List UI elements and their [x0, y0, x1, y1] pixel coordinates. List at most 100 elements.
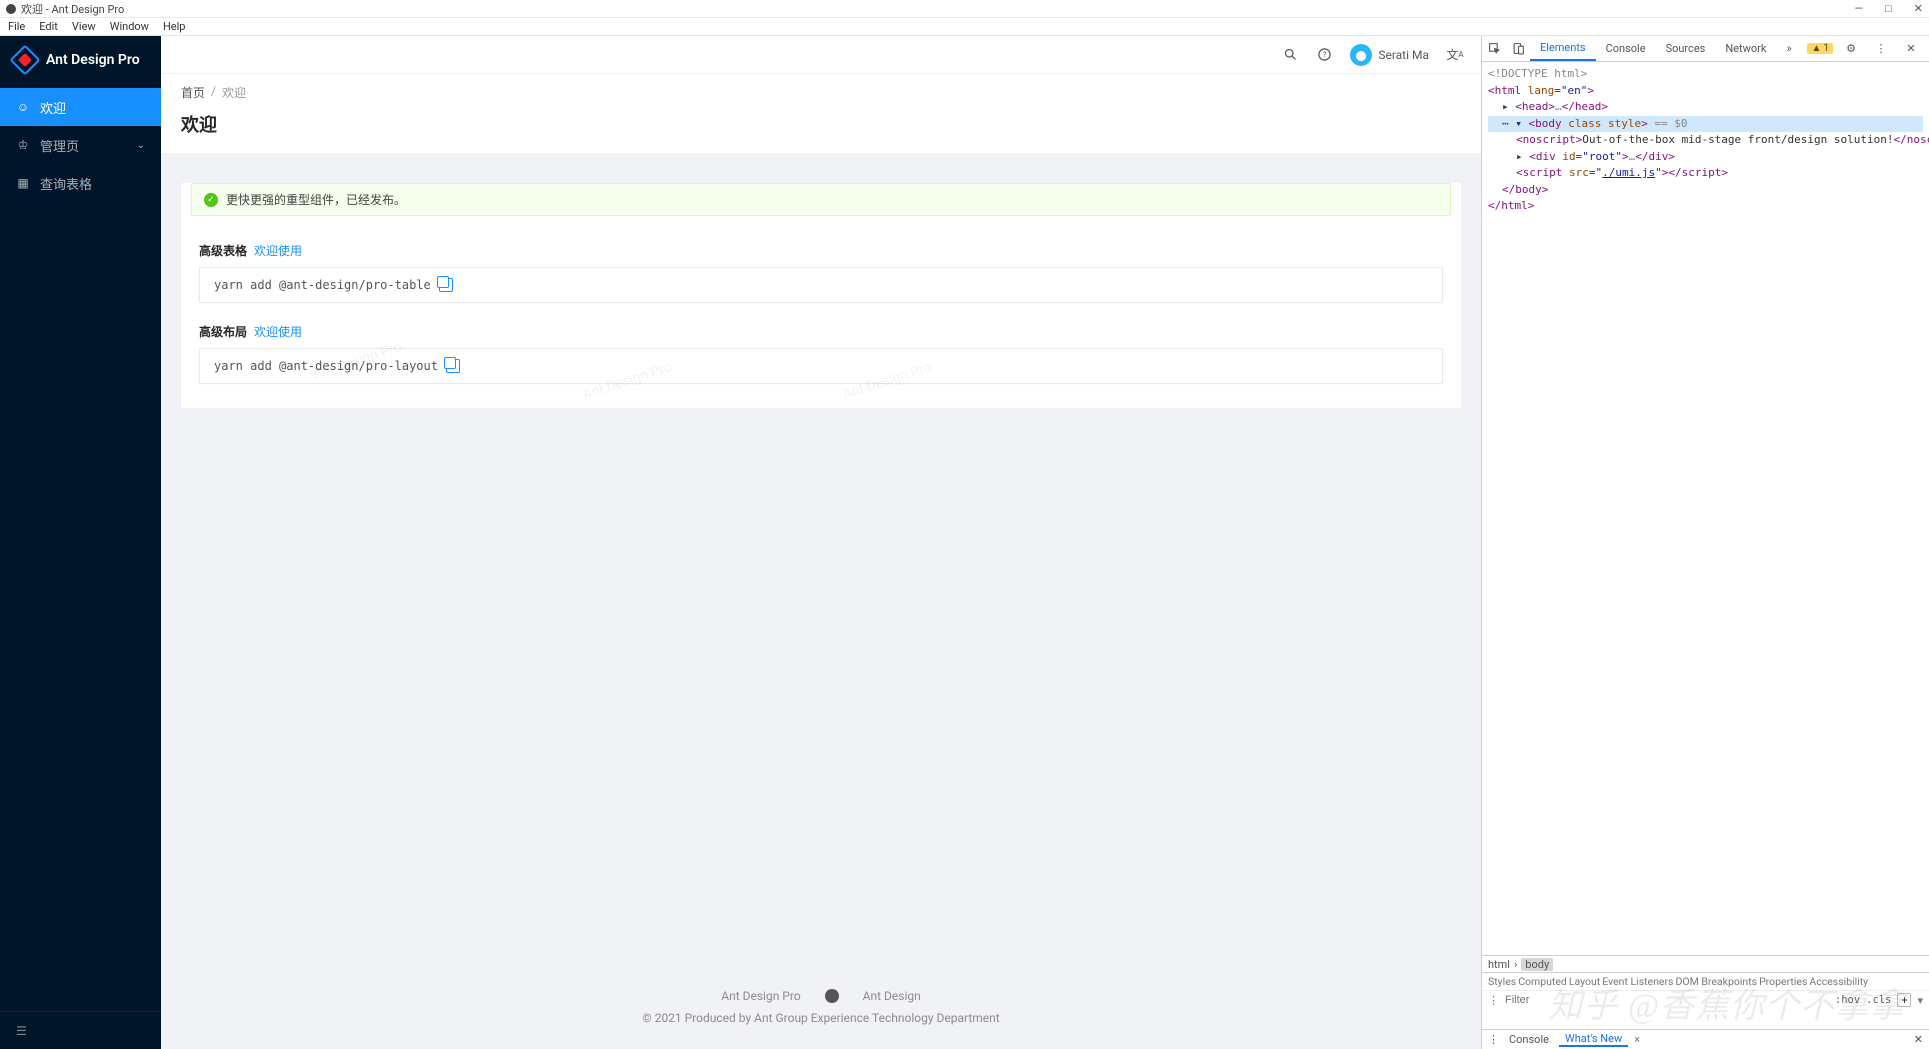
- success-alert: ✓ 更快更强的重型组件，已经发布。: [191, 183, 1451, 216]
- menu-window[interactable]: Window: [110, 20, 149, 33]
- menu-edit[interactable]: Edit: [39, 20, 58, 33]
- github-icon[interactable]: [825, 989, 839, 1003]
- styles-tab[interactable]: Computed: [1518, 975, 1567, 988]
- copy-icon[interactable]: [446, 359, 460, 373]
- devtools-tab-more[interactable]: »: [1776, 36, 1801, 61]
- main-content: ? Serati Ma 文A 首页 / 欢迎 欢迎: [161, 36, 1481, 1049]
- drawer-tab-console[interactable]: Console: [1503, 1033, 1555, 1046]
- devtools-panel: Elements Console Sources Network » ▲ 1 ⚙…: [1481, 36, 1929, 1049]
- footer: Ant Design Pro Ant Design © 2021 Produce…: [161, 977, 1481, 1049]
- sidebar-item-label: 管理页: [40, 136, 79, 155]
- window-title: 欢迎 - Ant Design Pro: [21, 1, 124, 17]
- kebab-icon[interactable]: ⋮: [1488, 994, 1499, 1007]
- sidebar-collapse-button[interactable]: ☰: [0, 1011, 161, 1049]
- code-block: yarn add @ant-design/pro-table: [199, 267, 1443, 303]
- app-menubar: File Edit View Window Help: [0, 18, 1929, 36]
- topbar: ? Serati Ma 文A: [161, 36, 1481, 74]
- sidebar-item-admin[interactable]: ♔ 管理页 ⌄: [0, 126, 161, 164]
- table-icon: ▦: [16, 176, 30, 190]
- breadcrumb-node[interactable]: body: [1521, 958, 1553, 971]
- more-icon[interactable]: ▾: [1917, 994, 1923, 1007]
- sidebar-logo[interactable]: Ant Design Pro: [0, 36, 161, 84]
- footer-copyright: © 2021 Produced by Ant Group Experience …: [161, 1011, 1481, 1025]
- styles-tab[interactable]: Properties: [1759, 975, 1807, 988]
- collapse-icon: ☰: [16, 1024, 27, 1038]
- menu-view[interactable]: View: [72, 20, 96, 33]
- sidebar-item-label: 欢迎: [40, 98, 66, 117]
- styles-tab[interactable]: DOM Breakpoints: [1675, 975, 1757, 988]
- close-icon[interactable]: ×: [1634, 1033, 1640, 1046]
- code-text: yarn add @ant-design/pro-layout: [214, 359, 438, 373]
- sidebar: Ant Design Pro ☺ 欢迎 ♔ 管理页 ⌄ ▦ 查询表格 ☰: [0, 36, 161, 1049]
- device-toggle-icon[interactable]: [1506, 36, 1530, 61]
- window-maximize-button[interactable]: □: [1885, 2, 1892, 15]
- inspect-icon[interactable]: [1482, 36, 1506, 61]
- styles-tab[interactable]: Styles: [1488, 975, 1516, 988]
- logo-icon: [9, 44, 40, 75]
- breadcrumb-current: 欢迎: [222, 84, 246, 101]
- hov-toggle[interactable]: :hov: [1835, 994, 1860, 1006]
- footer-link-pro[interactable]: Ant Design Pro: [721, 989, 800, 1003]
- sidebar-item-table[interactable]: ▦ 查询表格: [0, 164, 161, 202]
- devtools-styles-pane: Styles Computed Layout Event Listeners D…: [1482, 973, 1929, 1029]
- devtools-tab-console[interactable]: Console: [1596, 36, 1656, 61]
- menu-file[interactable]: File: [8, 20, 25, 33]
- dom-tree[interactable]: <!DOCTYPE html> <html lang="en"> ▸ <head…: [1482, 62, 1929, 955]
- search-icon[interactable]: [1282, 47, 1298, 63]
- page-title: 欢迎: [181, 111, 1461, 137]
- username: Serati Ma: [1378, 48, 1429, 62]
- warning-badge[interactable]: ▲ 1: [1807, 43, 1833, 54]
- breadcrumb: 首页 / 欢迎: [181, 84, 1461, 101]
- user-menu[interactable]: Serati Ma: [1350, 44, 1429, 66]
- styles-tab[interactable]: Event Listeners: [1602, 975, 1673, 988]
- window-titlebar: 欢迎 - Ant Design Pro — □ ✕: [0, 0, 1929, 18]
- breadcrumb-home[interactable]: 首页: [181, 84, 205, 101]
- kebab-icon[interactable]: ⋮: [1488, 1033, 1499, 1046]
- section-pro-table: 高级表格 欢迎使用 yarn add @ant-design/pro-table: [181, 230, 1461, 311]
- kebab-icon[interactable]: ⋮: [1869, 42, 1893, 55]
- crown-icon: ♔: [16, 138, 30, 152]
- styles-filter-input[interactable]: [1505, 994, 1829, 1006]
- gear-icon[interactable]: ⚙: [1839, 42, 1863, 55]
- svg-text:?: ?: [1323, 50, 1327, 59]
- welcome-card: ✓ 更快更强的重型组件，已经发布。 高级表格 欢迎使用 yarn add @an…: [181, 183, 1461, 408]
- page-header: 首页 / 欢迎 欢迎: [161, 74, 1481, 153]
- chevron-down-icon: ⌄: [137, 140, 145, 151]
- devtools-tab-sources[interactable]: Sources: [1656, 36, 1716, 61]
- cls-toggle[interactable]: .cls: [1866, 994, 1891, 1006]
- breadcrumb-separator: /: [211, 84, 216, 101]
- brand-name: Ant Design Pro: [46, 52, 140, 68]
- footer-link-antd[interactable]: Ant Design: [863, 989, 921, 1003]
- sidebar-item-label: 查询表格: [40, 174, 92, 193]
- help-icon[interactable]: ?: [1316, 47, 1332, 63]
- new-style-rule-button[interactable]: +: [1897, 993, 1911, 1007]
- devtools-breadcrumb[interactable]: html › body: [1482, 955, 1929, 973]
- code-text: yarn add @ant-design/pro-table: [214, 278, 431, 292]
- alert-text: 更快更强的重型组件，已经发布。: [226, 191, 406, 208]
- devtools-drawer: ⋮ Console What's New × ✕: [1482, 1029, 1929, 1049]
- section-link[interactable]: 欢迎使用: [254, 325, 302, 339]
- section-link[interactable]: 欢迎使用: [254, 244, 302, 258]
- close-icon[interactable]: ✕: [1899, 42, 1923, 55]
- code-block: yarn add @ant-design/pro-layout: [199, 348, 1443, 384]
- section-pro-layout: 高级布局 欢迎使用 yarn add @ant-design/pro-layou…: [181, 311, 1461, 392]
- section-heading: 高级表格: [199, 244, 247, 258]
- devtools-toolbar: Elements Console Sources Network » ▲ 1 ⚙…: [1482, 36, 1929, 62]
- section-heading: 高级布局: [199, 325, 247, 339]
- smile-icon: ☺: [16, 100, 30, 114]
- language-icon[interactable]: 文A: [1447, 47, 1463, 63]
- window-close-button[interactable]: ✕: [1914, 2, 1923, 15]
- devtools-tab-elements[interactable]: Elements: [1530, 36, 1596, 61]
- drawer-tab-whatsnew[interactable]: What's New: [1559, 1032, 1628, 1047]
- check-circle-icon: ✓: [204, 193, 218, 207]
- drawer-close-icon[interactable]: ✕: [1914, 1033, 1923, 1046]
- menu-help[interactable]: Help: [163, 20, 186, 33]
- copy-icon[interactable]: [439, 278, 453, 292]
- styles-tab[interactable]: Accessibility: [1809, 975, 1868, 988]
- styles-tab[interactable]: Layout: [1569, 975, 1600, 988]
- window-minimize-button[interactable]: —: [1855, 2, 1864, 15]
- breadcrumb-node[interactable]: html: [1488, 958, 1510, 971]
- devtools-tab-network[interactable]: Network: [1715, 36, 1776, 61]
- sidebar-item-welcome[interactable]: ☺ 欢迎: [0, 88, 161, 126]
- avatar: [1350, 44, 1372, 66]
